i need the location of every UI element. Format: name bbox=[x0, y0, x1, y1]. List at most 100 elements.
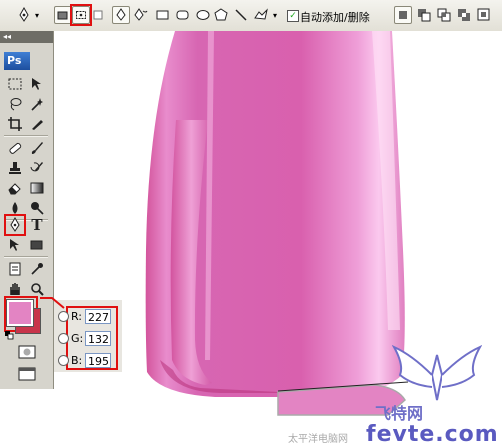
slice-icon bbox=[32, 120, 43, 130]
green-value-input[interactable]: 132 bbox=[85, 330, 111, 346]
move-icon bbox=[32, 78, 41, 90]
preset-dropdown-arrow-icon[interactable]: ▾ bbox=[33, 6, 41, 24]
red-label: R: bbox=[71, 309, 83, 323]
foreground-color-swatch[interactable] bbox=[7, 300, 33, 326]
history-brush-icon bbox=[30, 162, 43, 172]
brush-icon bbox=[31, 142, 43, 154]
dodge-icon bbox=[31, 202, 44, 215]
quick-mask-mode-button[interactable] bbox=[16, 343, 38, 361]
paths-mode-highlight bbox=[70, 4, 92, 26]
eraser-icon bbox=[8, 183, 21, 195]
screen-mode-button[interactable] bbox=[16, 365, 38, 383]
shape-tool[interactable] bbox=[28, 236, 46, 254]
healing-brush-tool[interactable] bbox=[6, 139, 24, 157]
toolbox-separator bbox=[4, 135, 48, 137]
path-selection-icon bbox=[10, 239, 19, 251]
history-brush-tool[interactable] bbox=[28, 159, 46, 177]
exclude-overlap-button[interactable] bbox=[455, 6, 473, 24]
water-drop-icon bbox=[12, 202, 18, 214]
quick-mask-icon bbox=[18, 345, 36, 359]
add-to-path-button[interactable] bbox=[394, 6, 412, 24]
rounded-rectangle-icon bbox=[176, 10, 189, 20]
blue-value-input[interactable]: 195 bbox=[85, 352, 111, 368]
intersect-path-icon bbox=[437, 8, 451, 22]
red-value-input[interactable]: 227 bbox=[85, 308, 111, 324]
blue-radio-button[interactable] bbox=[58, 354, 69, 366]
pen-tool-button[interactable] bbox=[112, 6, 130, 24]
pen-tool-highlight bbox=[4, 214, 26, 236]
toolbox-collapse-handle[interactable]: ◂◂ bbox=[0, 31, 53, 43]
toolbox: ◂◂ Ps T bbox=[0, 31, 54, 389]
slice-tool[interactable] bbox=[28, 115, 46, 133]
type-icon: T bbox=[31, 216, 43, 234]
options-bar: ▾ ▾ ✓ 自动添加/删除 bbox=[0, 0, 502, 32]
wings-logo-icon bbox=[392, 345, 482, 401]
intersect-path-button[interactable] bbox=[435, 6, 453, 24]
subtract-from-path-button[interactable] bbox=[415, 6, 433, 24]
auto-add-delete-checkbox[interactable]: ✓ bbox=[287, 10, 299, 22]
photoshop-logo: Ps bbox=[4, 52, 30, 70]
magnifier-icon bbox=[31, 283, 44, 296]
line-shape-button[interactable] bbox=[232, 6, 250, 24]
magic-wand-icon bbox=[31, 98, 43, 111]
freeform-pen-icon bbox=[134, 8, 148, 21]
polygon-icon bbox=[214, 8, 228, 21]
green-channel-row: G: 132 bbox=[58, 329, 111, 347]
fill-pixels-icon[interactable] bbox=[92, 6, 104, 24]
eyedropper-icon bbox=[31, 263, 43, 275]
ellipse-shape-button[interactable] bbox=[194, 6, 212, 24]
magic-wand-tool[interactable] bbox=[28, 95, 46, 113]
dodge-tool[interactable] bbox=[28, 199, 46, 217]
blue-label: B: bbox=[71, 353, 83, 367]
watermark-site-name: 飞特网 bbox=[375, 404, 424, 423]
combine-paths-button[interactable] bbox=[475, 6, 493, 24]
brush-tool[interactable] bbox=[28, 139, 46, 157]
green-radio-button[interactable] bbox=[58, 332, 69, 344]
subtract-from-path-icon bbox=[418, 9, 431, 22]
lasso-icon bbox=[10, 98, 22, 111]
shape-layers-icon bbox=[57, 11, 68, 20]
combine-icon bbox=[477, 8, 490, 21]
color-picker-rgb-panel: R: 227 G: 132 B: 195 bbox=[54, 300, 122, 372]
stamp-icon bbox=[9, 162, 21, 174]
watermark-domain: fevte.com bbox=[366, 422, 499, 447]
eraser-tool[interactable] bbox=[6, 179, 24, 197]
lasso-tool[interactable] bbox=[6, 95, 24, 113]
rectangle-icon bbox=[156, 10, 169, 20]
line-icon bbox=[235, 9, 247, 21]
clone-stamp-tool[interactable] bbox=[6, 159, 24, 177]
add-to-path-icon bbox=[399, 11, 407, 19]
default-colors-icon[interactable] bbox=[4, 330, 14, 340]
swatch-to-panel-connector bbox=[40, 297, 65, 309]
hand-icon bbox=[10, 283, 20, 295]
gradient-icon bbox=[30, 182, 44, 194]
marquee-icon bbox=[8, 78, 22, 90]
custom-shape-icon bbox=[254, 8, 268, 20]
auto-add-delete-label: 自动添加/删除 bbox=[300, 11, 370, 24]
ellipse-icon bbox=[196, 10, 210, 20]
note-icon bbox=[9, 262, 21, 276]
gradient-tool[interactable] bbox=[28, 179, 46, 197]
shape-dropdown-arrow-icon[interactable]: ▾ bbox=[271, 6, 279, 24]
path-selection-tool[interactable] bbox=[6, 236, 24, 254]
green-label: G: bbox=[71, 331, 84, 345]
rectangle-shape-button[interactable] bbox=[154, 6, 172, 24]
move-tool[interactable] bbox=[28, 75, 46, 93]
polygon-shape-button[interactable] bbox=[212, 6, 230, 24]
watermark-source: 太平洋电脑网 bbox=[288, 434, 348, 445]
eyedropper-tool[interactable] bbox=[28, 260, 46, 278]
rectangle-icon bbox=[30, 240, 43, 250]
notes-tool[interactable] bbox=[6, 260, 24, 278]
blue-channel-row: B: 195 bbox=[58, 351, 111, 369]
red-radio-button[interactable] bbox=[58, 310, 69, 322]
screen-mode-icon bbox=[18, 367, 36, 381]
pen-tool-preset-icon[interactable] bbox=[16, 6, 32, 24]
rounded-rectangle-button[interactable] bbox=[174, 6, 192, 24]
toolbox-separator bbox=[4, 256, 48, 258]
crop-tool[interactable] bbox=[6, 115, 24, 133]
freeform-pen-button[interactable] bbox=[132, 6, 150, 24]
type-tool[interactable]: T bbox=[28, 216, 46, 234]
marquee-tool[interactable] bbox=[6, 75, 24, 93]
custom-shape-button[interactable] bbox=[252, 6, 270, 24]
pen-icon bbox=[116, 8, 126, 21]
